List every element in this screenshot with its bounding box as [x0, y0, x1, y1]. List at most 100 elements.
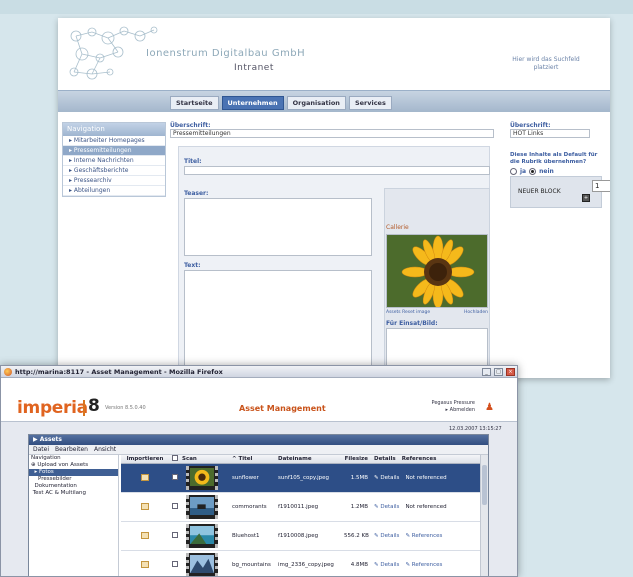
tree-test-ac[interactable]: Test AC & Multilang — [29, 490, 118, 497]
details-label: Details — [380, 475, 400, 481]
import-icon[interactable] — [141, 502, 149, 510]
intranet-header: Ionenstrum Digitalbau GmbH Intranet Hier… — [58, 18, 610, 90]
col-references[interactable]: References — [399, 456, 471, 462]
hot-links-input[interactable]: HOT Links — [510, 129, 590, 138]
nav-item-label: Pressearchiv — [73, 177, 112, 184]
tree-fotos[interactable]: ▸ Fotos — [29, 469, 118, 476]
import-icon[interactable] — [141, 560, 149, 568]
tree-upload[interactable]: ⊕ Upload von Assets — [29, 462, 118, 469]
minimize-button[interactable]: _ — [482, 368, 491, 376]
sunflower-thumbnail — [190, 468, 214, 487]
thumbnail[interactable] — [186, 466, 218, 490]
tree-label: ▸ Fotos — [34, 469, 54, 475]
references-link[interactable]: ✎ References — [405, 562, 442, 568]
teaser-textarea[interactable] — [184, 198, 372, 256]
details-link[interactable]: ✎ Details — [374, 504, 399, 510]
thumb-cell — [179, 466, 229, 490]
col-importieren[interactable]: Importieren — [121, 456, 169, 462]
body-textarea[interactable] — [184, 270, 372, 378]
references-label: References — [411, 562, 443, 568]
nav-item-geschaeftsberichte[interactable]: ▸ Geschäftsberichte — [63, 166, 165, 176]
references-link[interactable]: ✎ References — [405, 533, 442, 539]
asset-tree: Navigation ⊕ Upload von Assets ▸ Fotos P… — [29, 455, 119, 576]
row-checkbox[interactable] — [172, 503, 178, 509]
tree-dokumentation[interactable]: Dokumentation — [29, 483, 118, 490]
tree-label: Dokumentation — [34, 483, 77, 489]
logout-link[interactable]: ▸ Abmelden — [405, 407, 475, 414]
title-field-input[interactable] — [184, 166, 490, 175]
maximize-button[interactable]: □ — [494, 368, 503, 376]
grid-scrollbar[interactable] — [480, 455, 488, 576]
details-link[interactable]: ✎ Details — [374, 475, 399, 481]
nav-item-pressemitteilungen[interactable]: ▸ Pressemitteilungen — [63, 146, 165, 156]
details-link[interactable]: ✎ Details — [374, 562, 399, 568]
table-row[interactable]: sunflower sunf105_copy.jpeg 1.5MB ✎ Deta… — [121, 464, 481, 493]
references-cell: ✎ References — [402, 533, 474, 539]
assets-window: ▶ Assets Datei Bearbeiten Ansicht Naviga… — [28, 434, 489, 576]
user-icon[interactable]: ♟ — [485, 402, 494, 413]
filename-cell: img_2336_copy.jpeg — [278, 562, 334, 568]
logo-separator — [83, 400, 85, 416]
details-cell: ✎ Details — [371, 475, 402, 481]
radio-nein[interactable] — [529, 168, 537, 175]
select-all-checkbox[interactable] — [172, 455, 178, 461]
tab-services[interactable]: Services — [348, 96, 392, 110]
col-titel[interactable]: ^ Titel — [229, 456, 275, 462]
row-checkbox[interactable] — [172, 474, 178, 480]
intranet-page: Ionenstrum Digitalbau GmbH Intranet Hier… — [58, 18, 610, 378]
col-filesize[interactable]: Filesize — [341, 456, 371, 462]
table-row[interactable]: commorants f1910011.jpeg 1.2MB ✎ Details… — [121, 493, 481, 522]
top-band — [0, 0, 633, 14]
title-cell: Bluehost1 — [232, 533, 260, 539]
col-details[interactable]: Details — [371, 456, 399, 462]
import-icon[interactable] — [141, 473, 149, 481]
check-cell — [169, 503, 179, 511]
menu-datei[interactable]: Datei — [33, 446, 49, 453]
nav-item-pressearchiv[interactable]: ▸ Pressearchiv — [63, 176, 165, 186]
sunflower-image[interactable] — [386, 234, 488, 308]
radio-nein-label: nein — [539, 168, 554, 175]
image-caption: Callerie — [386, 224, 409, 231]
import-icon[interactable] — [141, 531, 149, 539]
check-cell — [169, 474, 179, 482]
teaser-field-label: Teaser: — [184, 190, 209, 197]
details-link[interactable]: ✎ Details — [374, 533, 399, 539]
menu-ansicht[interactable]: Ansicht — [94, 446, 116, 453]
nav-item-abteilungen[interactable]: ▸ Abteilungen — [63, 186, 165, 196]
radio-ja[interactable] — [510, 168, 517, 175]
image-upload-link[interactable]: Hochladen — [464, 310, 488, 315]
table-row[interactable]: bg_mountains img_2336_copy.jpeg 4.8MB ✎ … — [121, 551, 481, 576]
cormorants-thumbnail — [190, 497, 214, 516]
new-block-label: NEUER BLOCK — [518, 188, 561, 195]
row-checkbox[interactable] — [172, 532, 178, 538]
scrollbar-thumb[interactable] — [482, 465, 487, 505]
nav-item-interne-nachrichten[interactable]: ▸ Interne Nachrichten — [63, 156, 165, 166]
tab-unternehmen[interactable]: Unternehmen — [221, 96, 284, 110]
col-dateiname[interactable]: Dateiname — [275, 456, 341, 462]
thumbnail[interactable] — [186, 495, 218, 519]
image-assets-link[interactable]: Assets Reset image — [386, 310, 430, 315]
tab-organisation[interactable]: Organisation — [286, 96, 346, 110]
thumbnail[interactable] — [186, 524, 218, 548]
coast-thumbnail — [190, 526, 214, 545]
thumbnail[interactable] — [186, 553, 218, 576]
row-checkbox[interactable] — [172, 561, 178, 567]
tab-startseite[interactable]: Startseite — [170, 96, 219, 110]
radio-ja-label: ja — [520, 168, 527, 175]
table-row[interactable]: Bluehost1 f1910008.jpeg 556.2 KB ✎ Detai… — [121, 522, 481, 551]
new-block-add-button[interactable]: + — [582, 194, 590, 202]
heading-field-input[interactable]: Pressemitteilungen — [170, 129, 494, 138]
nav-item-label: Abteilungen — [73, 187, 111, 194]
col-scan[interactable]: Scan — [179, 456, 229, 462]
nav-item-label: Pressemitteilungen — [73, 147, 132, 154]
asset-grid: Importieren Scan ^ Titel Dateiname Files… — [121, 455, 481, 576]
tree-navigation[interactable]: Navigation — [29, 455, 118, 462]
menu-bearbeiten[interactable]: Bearbeiten — [55, 446, 88, 453]
references-cell: Not referenced — [405, 504, 447, 510]
user-name: Pegasus Pressure — [431, 400, 475, 406]
col-select-all[interactable] — [169, 455, 179, 463]
new-block-count-input[interactable]: 1 — [592, 180, 610, 192]
close-button[interactable]: × — [506, 368, 515, 376]
nav-item-mitarbeiter[interactable]: ▸ Mitarbeiter Homepages — [63, 136, 165, 146]
tree-pressebilder[interactable]: Pressebilder — [29, 476, 118, 483]
